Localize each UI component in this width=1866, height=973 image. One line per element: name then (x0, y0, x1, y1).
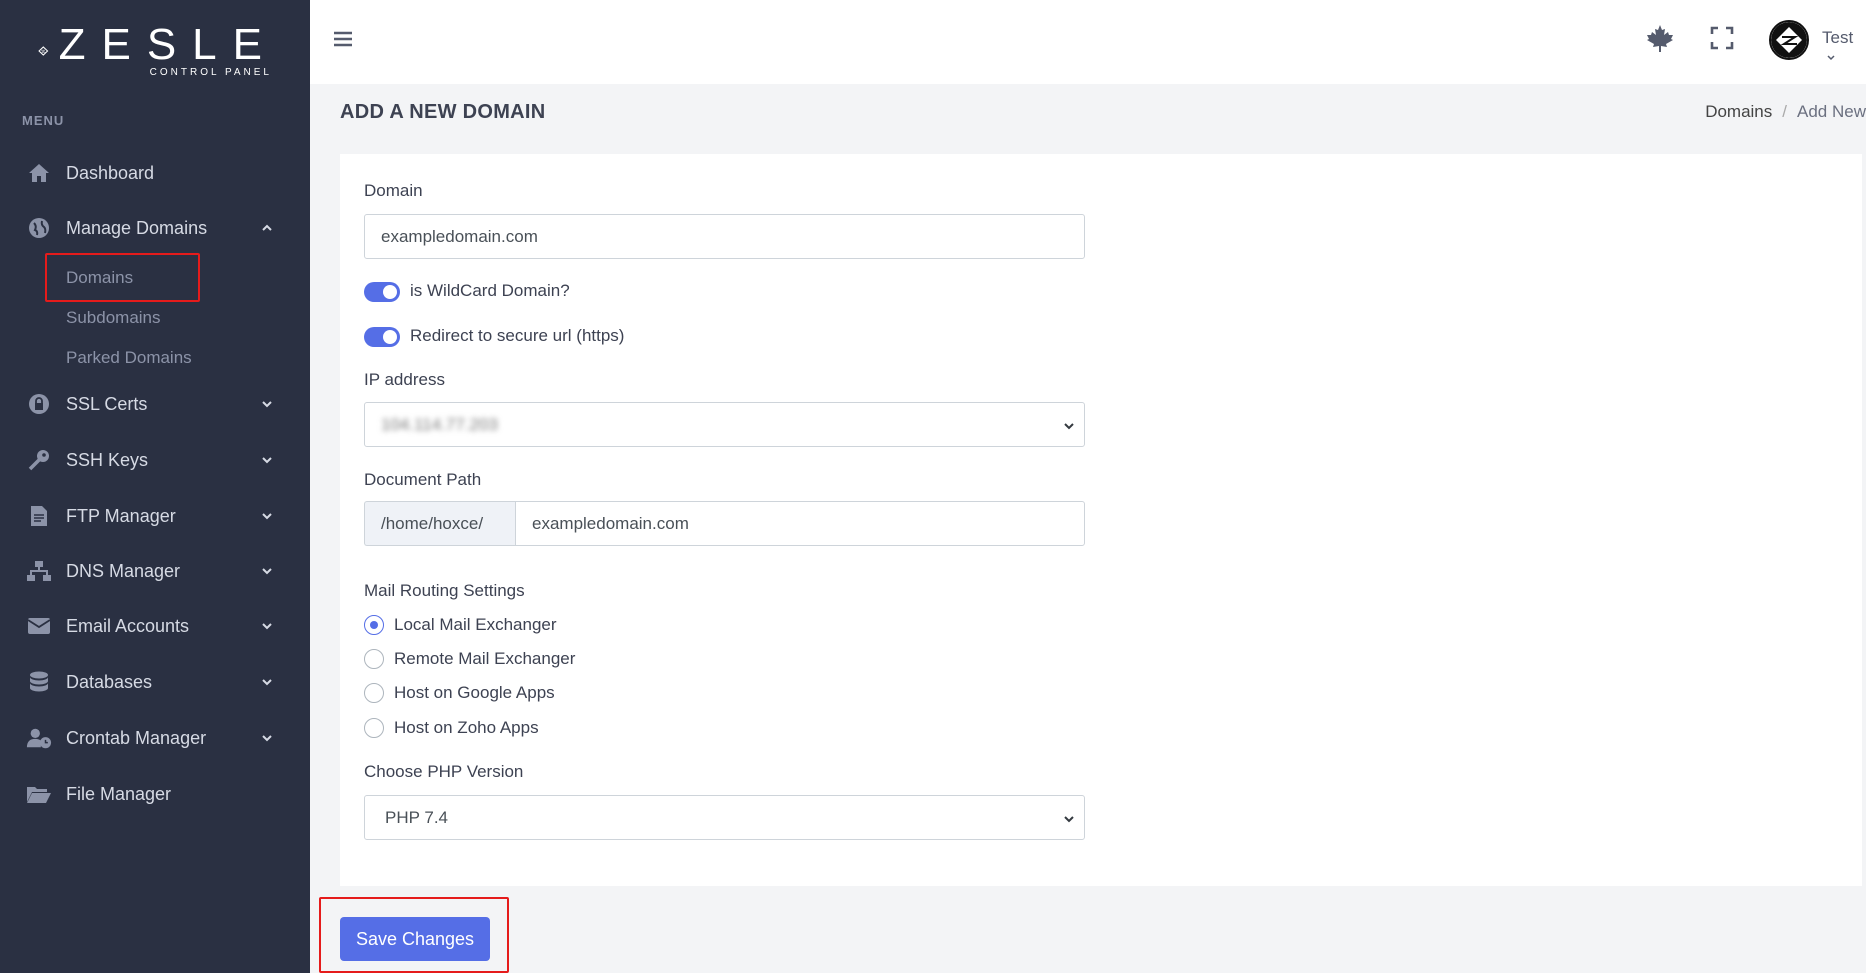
chevron-down-icon (262, 735, 272, 742)
ip-address-value: 104.114.77.203 (381, 414, 498, 434)
sidebar-item-label: Email Accounts (66, 615, 190, 636)
zesle-logo-icon (38, 46, 49, 56)
chevron-down-icon (262, 457, 272, 464)
chevron-down-icon (262, 623, 272, 630)
document-path-input[interactable]: exampledomain.com (515, 501, 1085, 546)
globe-icon (26, 215, 52, 241)
file-icon (26, 503, 52, 529)
radio-label: Host on Google Apps (394, 683, 555, 702)
brand-logo[interactable]: ZESLE CONTROL PANEL (38, 16, 278, 86)
sidebar-item-file-manager[interactable]: File Manager (0, 774, 310, 814)
radio-label: Host on Zoho Apps (394, 718, 539, 737)
sidebar-item-crontab-manager[interactable]: Crontab Manager (0, 718, 310, 758)
php-version-value: PHP 7.4 (385, 807, 449, 827)
add-domain-form-card: Domain exampledomain.com is WildCard Dom… (340, 154, 1862, 886)
mail-routing-label: Mail Routing Settings (364, 581, 525, 600)
document-path-label: Document Path (364, 470, 482, 489)
ip-address-label: IP address (364, 370, 445, 389)
folder-open-icon (26, 781, 52, 807)
sidebar-item-ssh-keys[interactable]: SSH Keys (0, 440, 310, 480)
menu-title: MENU (22, 113, 65, 128)
key-icon (26, 447, 52, 473)
chevron-down-icon (1827, 55, 1835, 61)
radio-label: Remote Mail Exchanger (394, 649, 576, 668)
sidebar-item-ssl-certs[interactable]: SSL Certs (0, 384, 310, 424)
sidebar-subitem-subdomains[interactable]: Subdomains (66, 308, 161, 328)
sidebar: ZESLE CONTROL PANEL MENU Dashboard Manag… (0, 0, 310, 973)
domain-input[interactable]: exampledomain.com (364, 214, 1085, 259)
breadcrumb-separator: / (1782, 102, 1788, 121)
sidebar-item-label: DNS Manager (66, 560, 181, 581)
sidebar-item-label: Dashboard (66, 162, 155, 183)
chevron-down-icon (262, 679, 272, 686)
domain-label: Domain (364, 181, 423, 200)
envelope-icon (26, 613, 52, 639)
chevron-down-icon (1064, 423, 1074, 430)
sidebar-item-label: SSL Certs (66, 393, 148, 414)
redirect-https-toggle-label: Redirect to secure url (https) (410, 326, 625, 345)
database-icon (26, 669, 52, 695)
fullscreen-icon[interactable] (1706, 22, 1738, 54)
home-icon (26, 160, 52, 186)
hamburger-menu-icon[interactable] (332, 28, 354, 50)
chevron-down-icon (262, 513, 272, 520)
php-version-label: Choose PHP Version (364, 762, 524, 781)
brand-name: ZESLE (58, 19, 278, 69)
chevron-up-icon (262, 224, 272, 231)
sidebar-item-manage-domains[interactable]: Manage Domains (0, 208, 310, 248)
php-version-select[interactable]: PHP 7.4 (364, 795, 1085, 840)
maple-leaf-flag-icon[interactable] (1644, 22, 1676, 54)
avatar[interactable] (1769, 20, 1809, 60)
sidebar-item-label: Databases (66, 671, 153, 692)
user-clock-icon (26, 725, 52, 751)
chevron-down-icon (262, 401, 272, 408)
zesle-avatar-icon (1771, 22, 1807, 58)
redirect-https-toggle[interactable] (364, 327, 400, 347)
sidebar-item-dns-manager[interactable]: DNS Manager (0, 551, 310, 591)
radio-host-google-apps[interactable] (364, 683, 384, 703)
sidebar-item-ftp-manager[interactable]: FTP Manager (0, 496, 310, 536)
breadcrumb-current: Add New (1797, 102, 1866, 121)
radio-host-zoho-apps[interactable] (364, 718, 384, 738)
chevron-down-icon (262, 568, 272, 575)
sidebar-item-label: SSH Keys (66, 449, 149, 470)
lock-icon (26, 391, 52, 417)
sidebar-item-dashboard[interactable]: Dashboard (0, 153, 310, 193)
sidebar-item-label: Manage Domains (66, 217, 208, 238)
radio-remote-mail-exchanger[interactable] (364, 649, 384, 669)
sidebar-item-label: File Manager (66, 783, 172, 804)
chevron-down-icon (1064, 816, 1074, 823)
sidebar-subitem-parked-domains[interactable]: Parked Domains (66, 348, 192, 368)
page-title: ADD A NEW DOMAIN (340, 101, 546, 123)
breadcrumb: Domains / Add New (1705, 102, 1866, 122)
sidebar-item-label: FTP Manager (66, 505, 176, 526)
radio-label: Local Mail Exchanger (394, 615, 557, 634)
domains-highlight-box (45, 253, 200, 302)
wildcard-toggle[interactable] (364, 282, 400, 302)
ip-address-select[interactable]: 104.114.77.203 (364, 402, 1085, 447)
user-name[interactable]: Test (1822, 28, 1866, 68)
radio-local-mail-exchanger[interactable] (364, 615, 384, 635)
sitemap-icon (26, 558, 52, 584)
sidebar-item-email-accounts[interactable]: Email Accounts (0, 606, 310, 646)
sidebar-item-databases[interactable]: Databases (0, 662, 310, 702)
topbar: Test (310, 0, 1866, 84)
breadcrumb-domains-link[interactable]: Domains (1705, 102, 1772, 121)
document-path-prefix: /home/hoxce/ (364, 501, 515, 546)
save-changes-button[interactable]: Save Changes (340, 917, 490, 961)
wildcard-toggle-label: is WildCard Domain? (410, 281, 570, 300)
sidebar-item-label: Crontab Manager (66, 727, 207, 748)
